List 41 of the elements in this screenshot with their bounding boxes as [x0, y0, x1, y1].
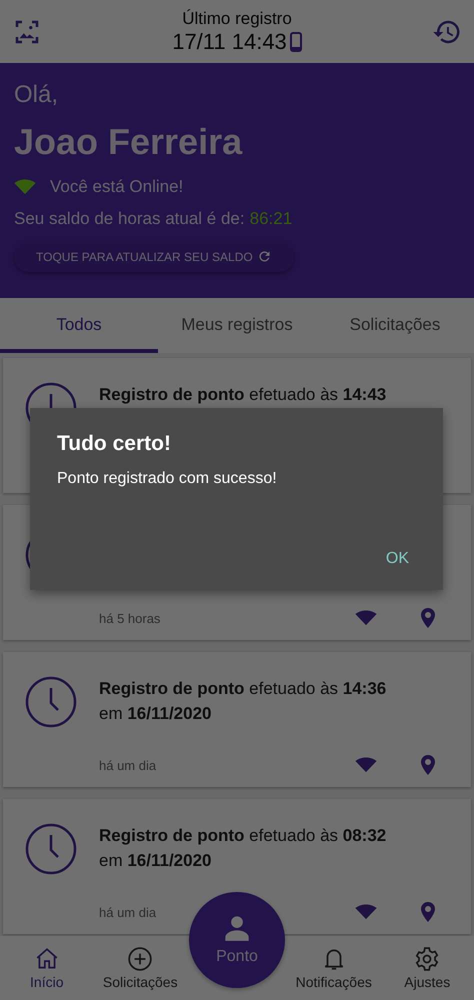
ok-button[interactable]: OK [376, 544, 419, 574]
settings-icon [414, 946, 440, 972]
clock-icon [25, 676, 77, 728]
phone-icon [290, 32, 302, 52]
nav-item[interactable]: Solicitações [94, 946, 187, 990]
record-date: em 16/11/2020 [99, 703, 212, 725]
wifi-icon [355, 610, 377, 626]
location-pin-icon [421, 755, 435, 775]
plus-circle-icon [127, 946, 154, 972]
tab[interactable]: Meus registros [158, 298, 316, 353]
last-record-label: Último registro [182, 8, 292, 28]
relative-time: há um dia [99, 758, 158, 772]
greeting-text: Olá, [14, 81, 60, 109]
location-pin-icon [421, 902, 435, 922]
relative-time: há um dia [99, 904, 158, 920]
relative-time: há 5 horas [99, 610, 162, 626]
clock-icon [25, 823, 77, 875]
balance-value: 86:21 [250, 209, 292, 229]
dialog-message: Ponto registrado com sucesso! [57, 470, 278, 488]
person-icon [223, 914, 251, 942]
balance-label: Seu saldo de horas atual é de: [14, 209, 245, 229]
wifi-icon [355, 757, 377, 773]
record-date: em 16/11/2020 [99, 850, 212, 872]
location-pin-icon [421, 608, 435, 628]
refresh-balance-button[interactable]: TOQUE PARA ATUALIZAR SEU SALDO [14, 241, 294, 272]
nav-item[interactable]: Ajustes [380, 946, 474, 990]
last-record-time: 17/11 14:43 [172, 28, 287, 54]
dialog-title: Tudo certo! [57, 432, 172, 456]
tab[interactable]: Todos [0, 298, 158, 353]
record-card[interactable]: Registro de ponto efetuado às 08:32 em 16/11/2020 há um dia [3, 799, 471, 934]
nav-item[interactable]: Notificações [287, 946, 380, 990]
nav-item[interactable]: Início [0, 946, 94, 990]
record-text: Registro de ponto efetuado às 14:36 [99, 678, 388, 700]
refresh-icon [256, 249, 272, 264]
record-text: Registro de ponto efetuado às 08:32 [99, 825, 388, 847]
user-name: Joao Ferreira [14, 121, 244, 163]
wifi-icon [355, 904, 377, 920]
record-card[interactable]: Registro de ponto efetuado às 14:36 em 16/11/2020 há um dia [3, 652, 471, 787]
online-status: Você está Online! [50, 177, 184, 197]
tab[interactable]: Solicitações [316, 298, 474, 353]
record-text: Registro de ponto efetuado às 14:43 [99, 384, 388, 406]
